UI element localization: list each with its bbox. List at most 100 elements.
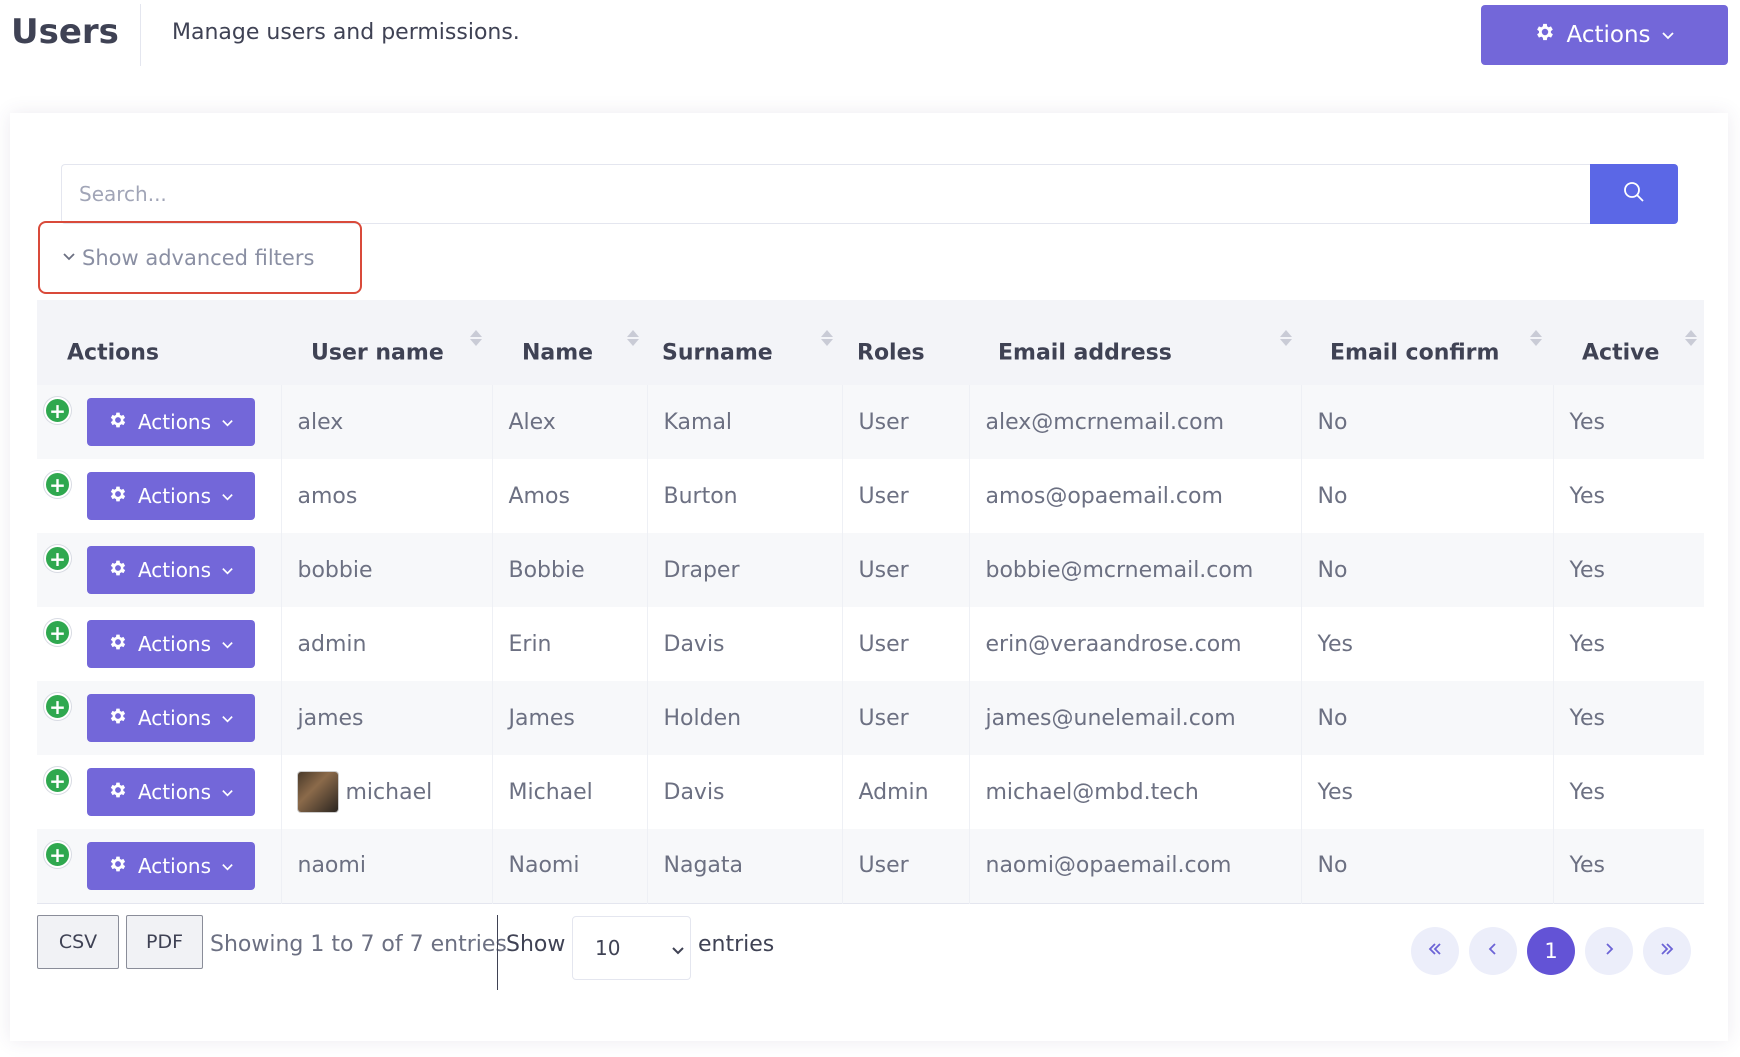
column-header-roles: Roles [857,340,925,365]
gear-icon [108,706,128,731]
cell-email: james@unelemail.com [968,681,1301,755]
cell-active: Yes [1552,829,1704,903]
cell-roles-text: User [858,853,909,879]
expand-row-icon[interactable]: + [44,841,71,868]
row-actions-button[interactable]: Actions [87,694,255,742]
sort-icon [470,330,482,346]
chevron-down-icon [221,706,234,730]
pagination-last-button[interactable] [1643,927,1691,975]
expand-row-icon[interactable]: + [44,397,71,424]
cell-active: Yes [1552,755,1704,829]
cell-email-confirm-text: Yes [1317,779,1354,805]
show-advanced-filters-toggle[interactable]: Show advanced filters [38,221,362,294]
cell-username-text: bobbie [297,557,373,583]
pagination-first-button[interactable] [1411,927,1459,975]
gear-icon [108,484,128,509]
pdf-export-button[interactable]: PDF [126,915,203,969]
row-actions-label: Actions [137,632,212,656]
expand-row-icon[interactable]: + [44,693,71,720]
chevron-left-icon [1485,941,1501,961]
pagination-page-button[interactable]: 1 [1527,927,1575,975]
cell-roles: User [841,533,969,607]
gear-icon [108,558,128,583]
cell-surname-text: Draper [663,557,740,583]
cell-username-text: admin [297,631,367,657]
cell-name-text: Alex [508,409,556,435]
cell-name: Michael [491,755,647,829]
sort-icon [821,330,833,346]
row-actions-button[interactable]: Actions [87,768,255,816]
row-actions-button[interactable]: Actions [87,472,255,520]
cell-active: Yes [1552,681,1704,755]
cell-email-confirm: No [1300,829,1553,903]
cell-email: bobbie@mcrnemail.com [968,533,1301,607]
cell-username: michael [280,755,492,829]
search-input[interactable] [61,164,1590,224]
pagination-next-button[interactable] [1585,927,1633,975]
double-chevron-left-icon [1426,940,1444,962]
cell-email-confirm-text: No [1317,557,1348,583]
cell-surname-text: Holden [663,705,742,731]
column-header-name[interactable]: Name [492,300,647,385]
cell-name-text: Michael [508,779,593,805]
cell-active: Yes [1552,385,1704,459]
cell-name: Amos [491,459,647,533]
row-actions-button[interactable]: Actions [87,546,255,594]
row-actions-button[interactable]: Actions [87,398,255,446]
header-actions-button[interactable]: Actions [1481,5,1728,65]
sort-icon [627,330,639,346]
row-actions-label: Actions [137,484,212,508]
row-actions-label: Actions [137,854,212,878]
cell-username-text: naomi [297,853,366,879]
cell-name-text: Naomi [508,853,580,879]
cell-active-text: Yes [1569,705,1606,731]
row-actions-button[interactable]: Actions [87,620,255,668]
expand-row-icon[interactable]: + [44,471,71,498]
cell-email-confirm: No [1300,385,1553,459]
chevron-down-icon [221,484,234,508]
cell-surname: Davis [646,755,842,829]
row-actions-label: Actions [137,410,212,434]
cell-email: naomi@opaemail.com [968,829,1301,903]
column-header-active[interactable]: Active [1553,300,1704,385]
column-header-email-confirm[interactable]: Email confirm [1301,300,1553,385]
cell-email: erin@veraandrose.com [968,607,1301,681]
cell-username: amos [280,459,492,533]
cell-username-text: james [297,705,364,731]
expand-row-icon[interactable]: + [44,767,71,794]
expand-row-icon[interactable]: + [44,545,71,572]
table-row: + Actions amos Amos Burton User amos@opaemail.… [37,459,1704,533]
column-header-username[interactable]: User name [281,300,492,385]
cell-email: amos@opaemail.com [968,459,1301,533]
sort-icon [1530,330,1542,346]
chevron-down-icon [221,632,234,656]
cell-username: alex [280,385,492,459]
search-button[interactable] [1590,164,1678,224]
page-title: Users [11,12,119,52]
cell-actions: + Actions [37,533,281,607]
cell-username: bobbie [280,533,492,607]
row-actions-label: Actions [137,706,212,730]
cell-roles: User [841,829,969,903]
gear-icon [108,854,128,879]
column-header-email[interactable]: Email address [969,300,1301,385]
chevron-down-icon [670,939,686,963]
table-row: + Actions bobbie Bobbie Draper User bobbie@mcr… [37,533,1704,607]
entries-label: entries [698,932,775,957]
column-header-surname[interactable]: Surname [647,300,842,385]
cell-roles-text: User [858,557,909,583]
cell-actions: + Actions [37,459,281,533]
page-subtitle: Manage users and permissions. [172,20,520,45]
cell-active: Yes [1552,533,1704,607]
row-actions-button[interactable]: Actions [87,842,255,890]
cell-roles-text: User [858,631,909,657]
page-length-select[interactable]: 10 [572,916,691,980]
csv-export-button[interactable]: CSV [37,915,119,969]
header-actions-label: Actions [1566,22,1651,48]
expand-row-icon[interactable]: + [44,619,71,646]
cell-name-text: Bobbie [508,557,585,583]
page-header: Users Manage users and permissions. Acti… [0,0,1740,78]
cell-surname: Holden [646,681,842,755]
cell-actions: + Actions [37,607,281,681]
pagination-prev-button[interactable] [1469,927,1517,975]
